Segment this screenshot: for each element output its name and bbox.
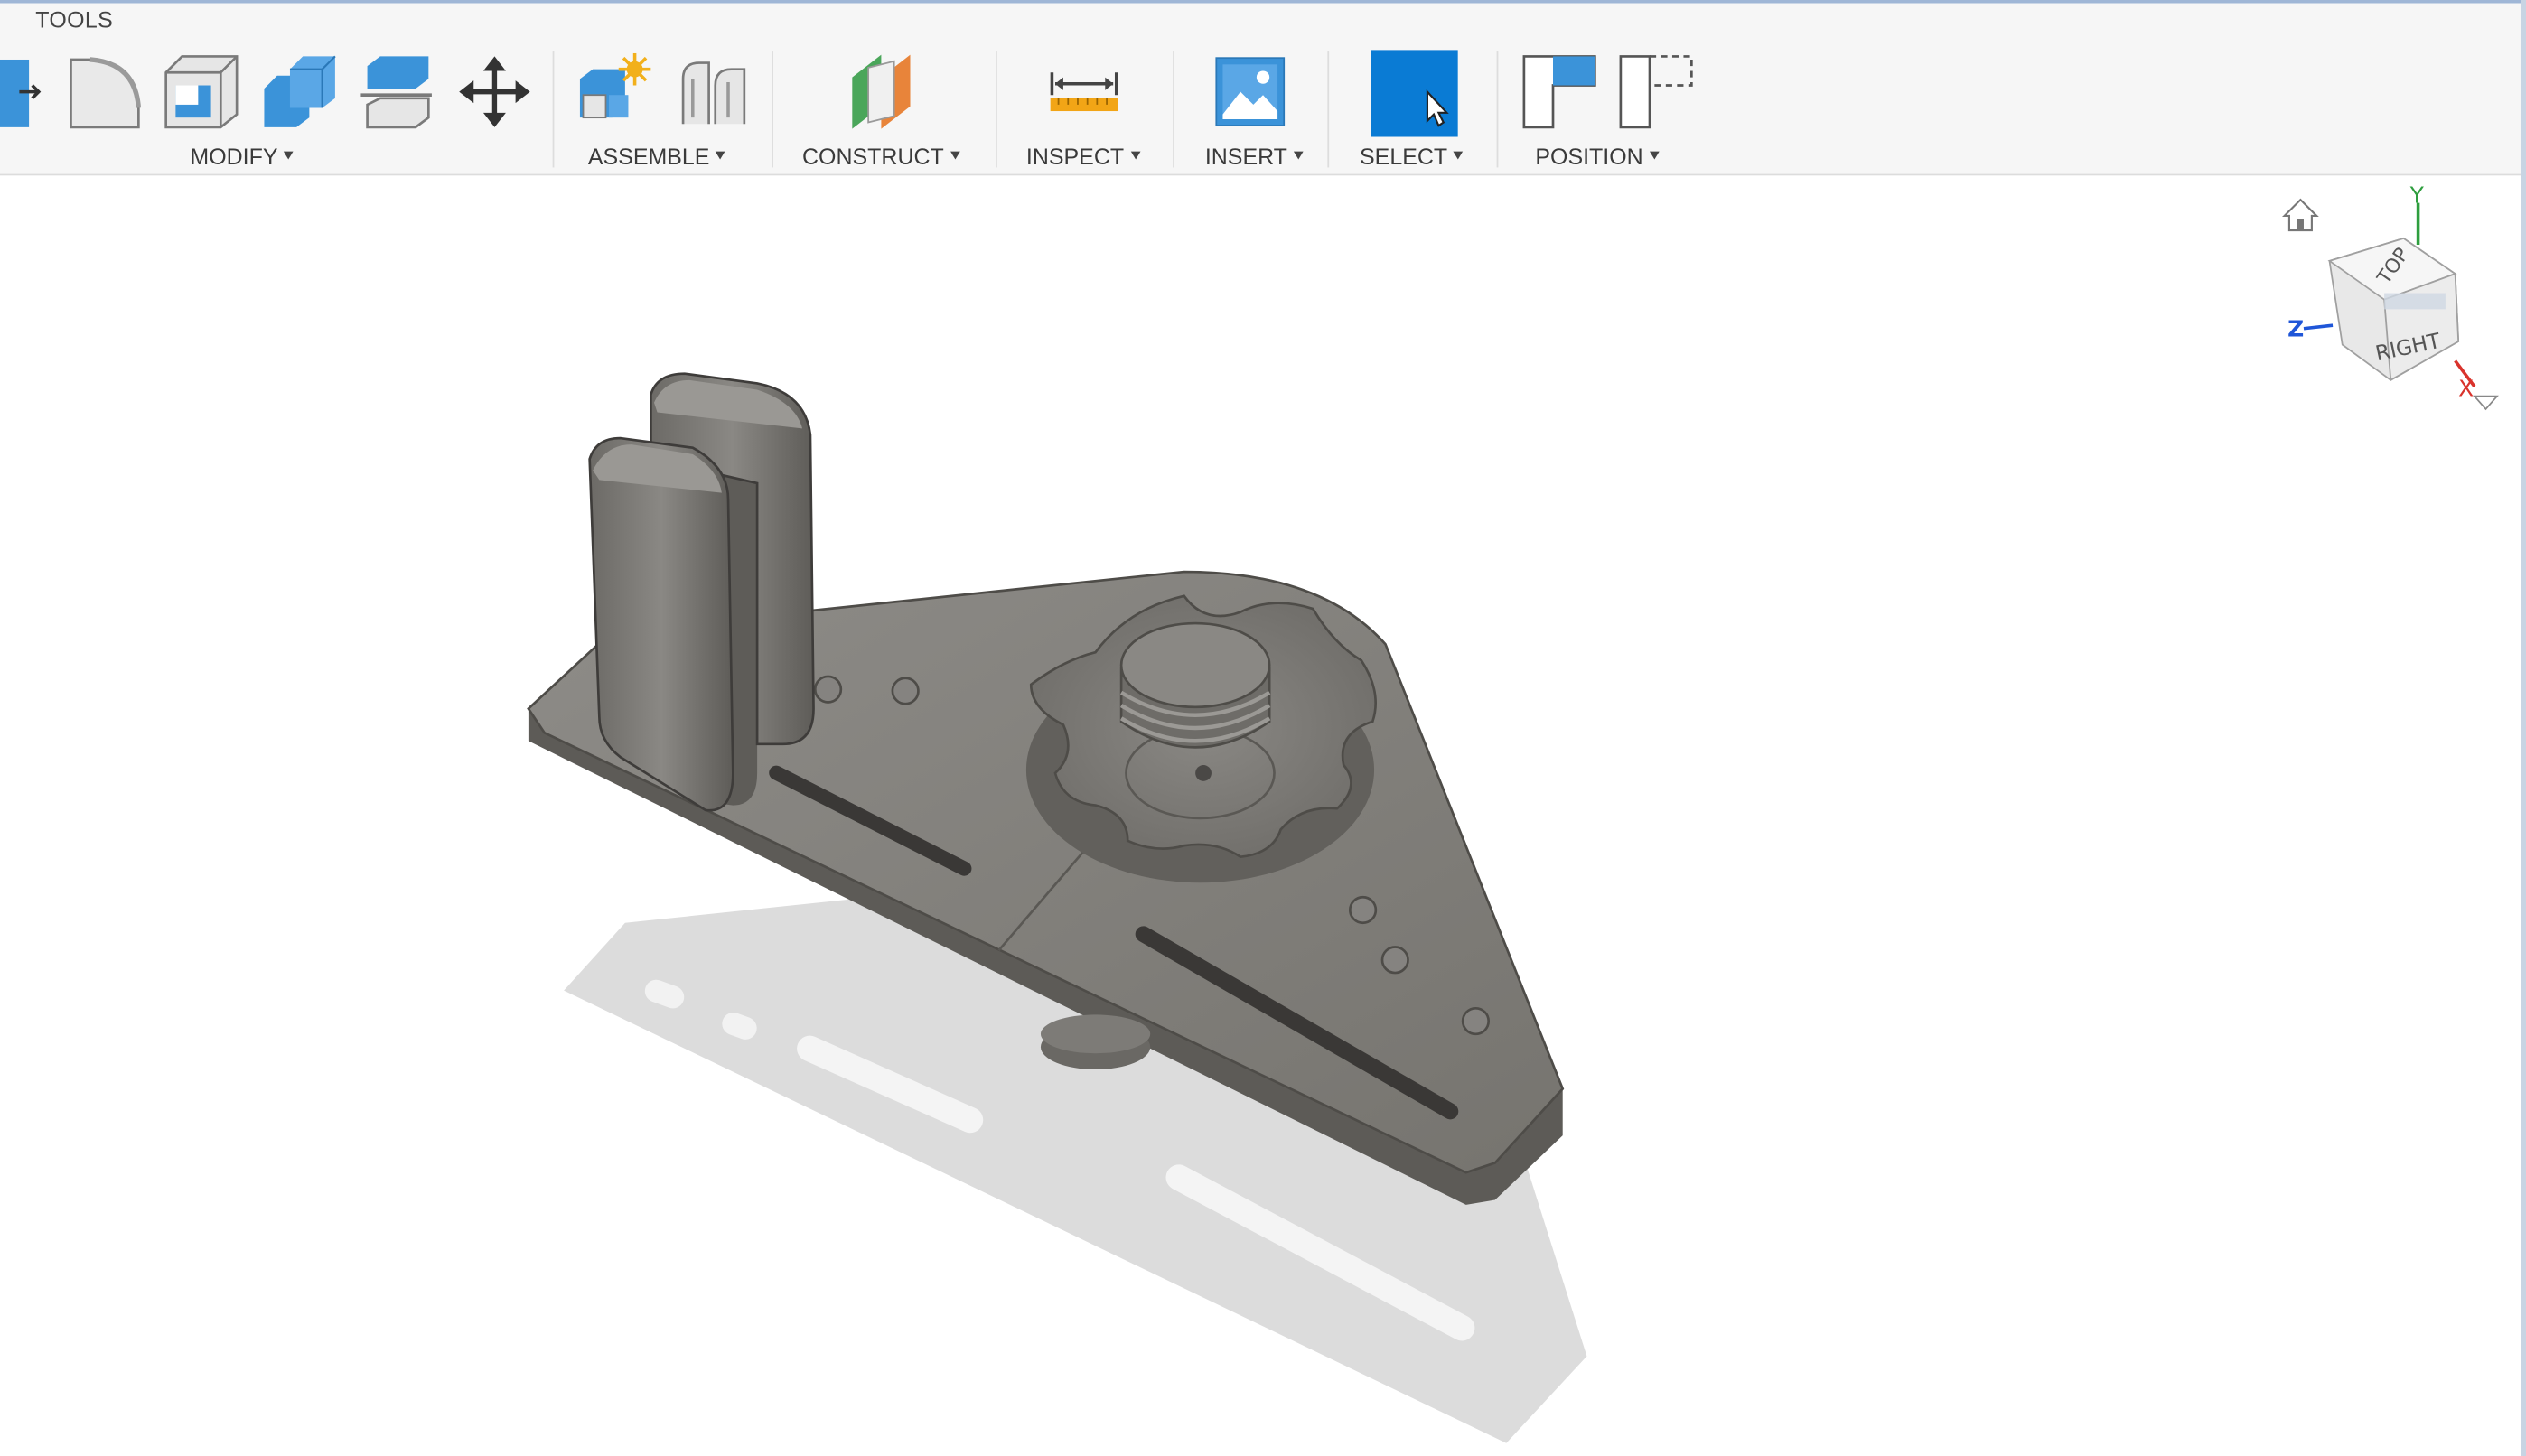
chevron-down-icon: [716, 151, 726, 160]
position-menu[interactable]: POSITION: [1535, 143, 1660, 170]
divider: [772, 51, 773, 168]
construct-label: CONSTRUCT: [802, 143, 944, 170]
press-pull-icon[interactable]: [0, 56, 45, 130]
axis-x-label: X: [2458, 376, 2474, 402]
home-icon[interactable]: [2281, 198, 2319, 232]
axis-z-label: Z: [2287, 316, 2304, 342]
toolbar: TOOLS MODIFY ASSEMBLE CONSTRUCT INSPECT …: [0, 3, 2526, 176]
divider: [1327, 51, 1330, 168]
divider: [552, 51, 555, 168]
chevron-down-icon: [1454, 151, 1464, 160]
canvas-viewport[interactable]: TOP RIGHT Y Z X: [0, 175, 2521, 1456]
construct-menu[interactable]: CONSTRUCT: [802, 143, 960, 170]
modify-label: MODIFY: [190, 143, 278, 170]
divider: [996, 51, 997, 168]
select-icon[interactable]: [1371, 50, 1458, 137]
move-icon[interactable]: [457, 55, 531, 129]
modify-menu[interactable]: MODIFY: [190, 143, 295, 170]
chevron-down-icon: [1649, 151, 1660, 160]
revert-position-icon[interactable]: [1617, 53, 1695, 131]
divider: [1496, 51, 1499, 168]
upright-holder: [588, 372, 815, 812]
select-menu[interactable]: SELECT: [1360, 143, 1464, 170]
assemble-menu[interactable]: ASSEMBLE: [587, 143, 726, 170]
chevron-down-icon: [284, 151, 295, 160]
tab-tools[interactable]: TOOLS: [35, 6, 113, 33]
insert-image-icon[interactable]: [1215, 56, 1286, 126]
offset-plane-icon[interactable]: [846, 51, 923, 132]
select-label: SELECT: [1360, 143, 1448, 170]
axis-y-label: Y: [2409, 182, 2425, 209]
fillet-icon[interactable]: [68, 56, 145, 130]
chevron-down-icon: [1294, 151, 1304, 160]
combine-icon[interactable]: [261, 53, 339, 131]
viewcube-menu-chevron-icon[interactable]: [2473, 395, 2499, 411]
joint-icon[interactable]: [677, 56, 751, 126]
shell-icon[interactable]: [163, 53, 243, 131]
divider: [1173, 51, 1174, 168]
split-body-icon[interactable]: [358, 53, 435, 131]
window-right-border: [2521, 0, 2526, 1456]
chevron-down-icon: [1130, 151, 1140, 160]
insert-menu[interactable]: INSERT: [1204, 143, 1304, 170]
assemble-label: ASSEMBLE: [587, 143, 710, 170]
new-component-icon[interactable]: [574, 52, 651, 131]
model-scene[interactable]: [0, 175, 2521, 1456]
view-cube[interactable]: TOP RIGHT Y Z X: [2271, 181, 2512, 422]
app-window: TOOLS MODIFY ASSEMBLE CONSTRUCT INSPECT …: [0, 0, 2526, 1456]
capture-position-icon[interactable]: [1520, 53, 1598, 131]
inspect-label: INSPECT: [1025, 143, 1125, 170]
position-label: POSITION: [1535, 143, 1643, 170]
insert-label: INSERT: [1204, 143, 1287, 170]
inspect-menu[interactable]: INSPECT: [1025, 143, 1140, 170]
chevron-down-icon: [950, 151, 960, 160]
measure-icon[interactable]: [1049, 70, 1119, 115]
